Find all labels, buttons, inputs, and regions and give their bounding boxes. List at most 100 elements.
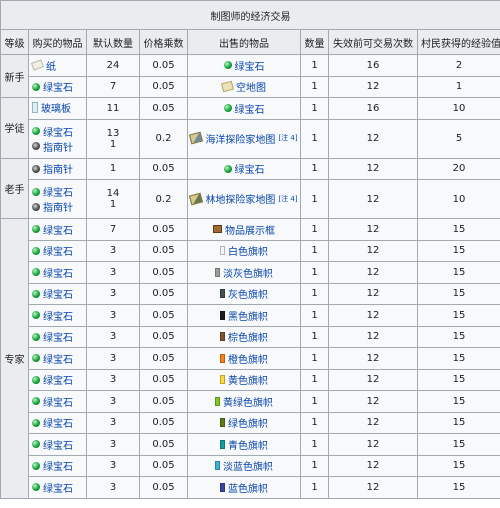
buy-item[interactable]: 绿宝石 bbox=[32, 286, 73, 301]
buy-item[interactable]: 纸 bbox=[30, 58, 56, 73]
sell-item[interactable]: 青色旗帜 bbox=[191, 437, 297, 452]
item-name[interactable]: 空地图 bbox=[236, 79, 266, 94]
sell-qty-cell: 1 bbox=[300, 476, 329, 499]
buy-item[interactable]: 绿宝石 bbox=[32, 415, 73, 430]
max-uses-cell: 12 bbox=[328, 368, 418, 391]
buy-item[interactable]: 绿宝石 bbox=[32, 372, 73, 387]
buy-item[interactable]: 指南针 bbox=[32, 139, 73, 154]
sell-item[interactable]: 空地图 bbox=[191, 79, 297, 94]
buy-item[interactable]: 绿宝石 bbox=[32, 243, 73, 258]
item-name[interactable]: 白色旗帜 bbox=[228, 243, 268, 258]
orange-banner-icon bbox=[220, 353, 225, 363]
sell-item[interactable]: 蓝色旗帜 bbox=[191, 480, 297, 495]
buy-item[interactable]: 指南针 bbox=[32, 199, 73, 214]
item-name[interactable]: 绿宝石 bbox=[43, 184, 73, 199]
sell-item-cell: 淡蓝色旗帜 bbox=[187, 454, 301, 477]
item-name[interactable]: 淡灰色旗帜 bbox=[223, 265, 273, 280]
item-name[interactable]: 黑色旗帜 bbox=[228, 308, 268, 323]
sell-item[interactable]: 林地探险家地图 [注 4] bbox=[189, 191, 298, 206]
item-name[interactable]: 绿宝石 bbox=[43, 480, 73, 495]
item-name[interactable]: 绿宝石 bbox=[43, 458, 73, 473]
table-row: 绿宝石 3 0.05 青色旗帜 1 12 15 bbox=[1, 433, 500, 456]
item-name[interactable]: 绿宝石 bbox=[43, 79, 73, 94]
sell-item[interactable]: 黄绿色旗帜 bbox=[191, 394, 297, 409]
item-name[interactable]: 绿宝石 bbox=[43, 437, 73, 452]
buy-item[interactable]: 绿宝石 bbox=[32, 124, 73, 139]
sell-qty-cell: 1 bbox=[300, 368, 329, 391]
item-name[interactable]: 灰色旗帜 bbox=[228, 286, 268, 301]
table-row: 专家 绿宝石 7 0.05 物品展示框 1 12 15 bbox=[0, 218, 500, 499]
sell-item[interactable]: 绿宝石 bbox=[191, 101, 297, 116]
item-name[interactable]: 海洋探险家地图 bbox=[205, 131, 275, 146]
item-name[interactable]: 绿宝石 bbox=[43, 265, 73, 280]
buy-item[interactable]: 绿宝石 bbox=[32, 222, 73, 237]
buy-item[interactable]: 绿宝石 bbox=[32, 184, 73, 199]
buy-item[interactable]: 指南针 bbox=[32, 161, 73, 176]
item-name[interactable]: 棕色旗帜 bbox=[228, 329, 268, 344]
sell-item[interactable]: 淡灰色旗帜 bbox=[191, 265, 297, 280]
buy-item[interactable]: 绿宝石 bbox=[32, 480, 73, 495]
item-name[interactable]: 蓝色旗帜 bbox=[228, 480, 268, 495]
item-name[interactable]: 绿色旗帜 bbox=[228, 415, 268, 430]
sell-qty-cell: 1 bbox=[300, 75, 329, 98]
max-uses-cell: 12 bbox=[328, 304, 418, 327]
footnote-link[interactable]: [注 4] bbox=[278, 133, 297, 143]
sell-item[interactable]: 灰色旗帜 bbox=[191, 286, 297, 301]
item-name[interactable]: 绿宝石 bbox=[235, 58, 265, 73]
item-name[interactable]: 橙色旗帜 bbox=[228, 351, 268, 366]
item-name[interactable]: 物品展示框 bbox=[225, 222, 275, 237]
buy-item[interactable]: 绿宝石 bbox=[32, 308, 73, 323]
item-name[interactable]: 淡蓝色旗帜 bbox=[223, 458, 273, 473]
item-name[interactable]: 绿宝石 bbox=[43, 124, 73, 139]
buy-item[interactable]: 绿宝石 bbox=[32, 265, 73, 280]
default-qty-cell: 3 bbox=[86, 325, 140, 348]
item-name[interactable]: 绿宝石 bbox=[43, 415, 73, 430]
item-name[interactable]: 指南针 bbox=[43, 161, 73, 176]
item-name[interactable]: 纸 bbox=[46, 58, 56, 73]
item-name[interactable]: 绿宝石 bbox=[43, 372, 73, 387]
item-name[interactable]: 绿宝石 bbox=[43, 286, 73, 301]
buy-item-cell: 指南针 bbox=[28, 157, 87, 180]
item-name[interactable]: 指南针 bbox=[43, 199, 73, 214]
sell-item[interactable]: 淡蓝色旗帜 bbox=[191, 458, 297, 473]
item-name[interactable]: 玻璃板 bbox=[41, 100, 71, 115]
sell-item[interactable]: 绿宝石 bbox=[191, 58, 297, 73]
sell-item-cell: 海洋探险家地图 [注 4] bbox=[187, 118, 301, 159]
item-name[interactable]: 绿宝石 bbox=[235, 161, 265, 176]
sell-item[interactable]: 黑色旗帜 bbox=[191, 308, 297, 323]
item-name[interactable]: 黄色旗帜 bbox=[228, 372, 268, 387]
item-name[interactable]: 林地探险家地图 bbox=[205, 191, 275, 206]
buy-item[interactable]: 绿宝石 bbox=[32, 394, 73, 409]
buy-item[interactable]: 绿宝石 bbox=[32, 351, 73, 366]
max-uses-cell: 12 bbox=[328, 282, 418, 305]
item-name[interactable]: 绿宝石 bbox=[43, 222, 73, 237]
sell-item[interactable]: 物品展示框 bbox=[191, 222, 297, 237]
buy-item[interactable]: 绿宝石 bbox=[32, 437, 73, 452]
item-name[interactable]: 绿宝石 bbox=[43, 329, 73, 344]
sell-item[interactable]: 绿宝石 bbox=[191, 161, 297, 176]
sell-item[interactable]: 橙色旗帜 bbox=[191, 351, 297, 366]
item-name[interactable]: 指南针 bbox=[43, 139, 73, 154]
footnote-link[interactable]: [注 4] bbox=[278, 194, 297, 204]
buy-item[interactable]: 绿宝石 bbox=[32, 79, 73, 94]
item-name[interactable]: 黄绿色旗帜 bbox=[223, 394, 273, 409]
table-row: 绿宝石 3 0.05 灰色旗帜 1 12 15 bbox=[1, 282, 500, 305]
item-name[interactable]: 青色旗帜 bbox=[228, 437, 268, 452]
item-name[interactable]: 绿宝石 bbox=[43, 351, 73, 366]
qty-value: 14 bbox=[106, 188, 120, 199]
buy-item[interactable]: 玻璃板 bbox=[32, 100, 71, 115]
sell-item[interactable]: 白色旗帜 bbox=[191, 243, 297, 258]
item-name[interactable]: 绿宝石 bbox=[43, 243, 73, 258]
item-name[interactable]: 绿宝石 bbox=[43, 308, 73, 323]
item-name[interactable]: 绿宝石 bbox=[235, 101, 265, 116]
sell-item[interactable]: 绿色旗帜 bbox=[191, 415, 297, 430]
buy-item[interactable]: 绿宝石 bbox=[32, 458, 73, 473]
default-qty-cell: 3 bbox=[86, 239, 140, 262]
buy-item[interactable]: 绿宝石 bbox=[32, 329, 73, 344]
sell-item[interactable]: 黄色旗帜 bbox=[191, 372, 297, 387]
sell-item[interactable]: 海洋探险家地图 [注 4] bbox=[189, 131, 298, 146]
max-uses-cell: 12 bbox=[328, 390, 418, 413]
sell-qty-cell: 1 bbox=[300, 347, 329, 370]
item-name[interactable]: 绿宝石 bbox=[43, 394, 73, 409]
sell-item[interactable]: 棕色旗帜 bbox=[191, 329, 297, 344]
